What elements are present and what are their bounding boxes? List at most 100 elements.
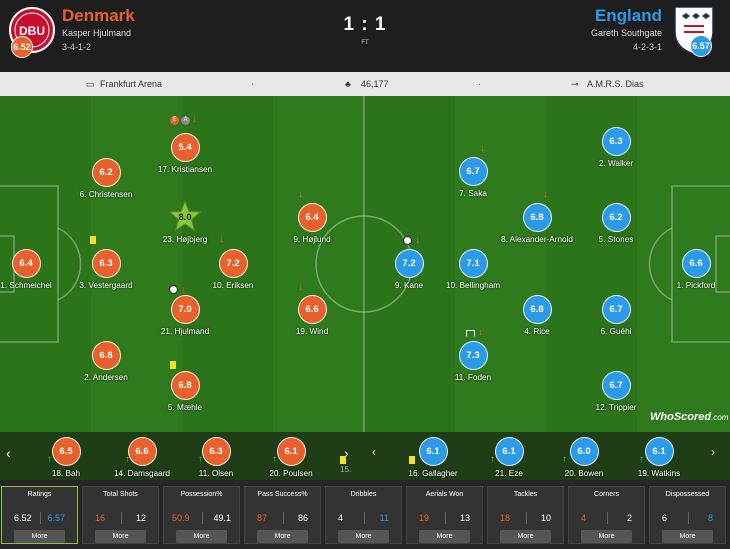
yellow-card-icon xyxy=(90,236,96,244)
away-player[interactable]: 6.8 4. Rice xyxy=(497,295,577,336)
sub-off-arrow-icon: ↓ xyxy=(543,189,548,200)
sub-on-arrow-icon: ↑ xyxy=(490,454,495,465)
player-rating: 6.1 xyxy=(644,437,674,466)
away-player[interactable]: 7.3 11. Foden xyxy=(433,341,513,382)
home-substitute[interactable]: 6.6 14. Damsgaard xyxy=(102,437,182,478)
home-player[interactable]: 6.4 1. Schmeichel xyxy=(0,249,66,290)
player-rating: 7.2 xyxy=(218,249,248,278)
stat-total-shots[interactable]: Total Shots 16 12 More xyxy=(82,486,159,544)
stat-pass-success[interactable]: Pass Success% 87 86 More xyxy=(244,486,321,544)
match-header: DBU 6.52 Denmark Kasper Hjulmand 3-4-1-2… xyxy=(0,0,730,72)
home-player[interactable]: 8.0 23. Højbjerg xyxy=(145,200,225,244)
player-rating: 6.6 xyxy=(127,437,157,466)
home-player[interactable]: 6.4 9. Højlund xyxy=(272,203,352,244)
scroll-left-icon[interactable]: ‹ xyxy=(6,445,11,461)
more-button[interactable]: More xyxy=(500,530,551,543)
separator: · xyxy=(478,79,481,89)
home-player[interactable]: 5.4 17. Kristiansen xyxy=(145,133,225,174)
scroll-left-icon[interactable]: ‹ xyxy=(372,445,376,459)
more-button[interactable]: More xyxy=(14,530,65,543)
player-name: 21. Hjulmand xyxy=(160,327,210,336)
player-rating: 5.4 xyxy=(170,133,200,162)
home-substitute[interactable]: 6.3 11. Olsen xyxy=(176,437,256,478)
player-rating: 6.8 xyxy=(170,371,200,400)
more-button[interactable]: More xyxy=(257,530,308,543)
attendance: 46,177 xyxy=(361,79,389,89)
stat-aerials-won[interactable]: Aerials Won 19 13 More xyxy=(406,486,483,544)
player-name: 11. Foden xyxy=(454,373,492,382)
away-substitute[interactable]: 6.0 20. Bowen xyxy=(544,437,624,478)
player-rating: 6.7 xyxy=(601,295,631,324)
away-player[interactable]: 6.2 5. Stones xyxy=(576,203,656,244)
player-rating: 6.8 xyxy=(91,341,121,370)
player-name: 8. Alexander-Arnold xyxy=(501,235,573,244)
more-button[interactable]: More xyxy=(338,530,389,543)
player-name: 5. Stones xyxy=(598,235,634,244)
sub-on-arrow-icon: ↑ xyxy=(562,454,567,465)
home-substitute[interactable]: 6.1 20. Poulsen xyxy=(251,437,331,478)
stat-ratings[interactable]: Ratings 6.52 6.57 More xyxy=(1,486,78,544)
sub-on-arrow-icon: ↑ xyxy=(47,454,52,465)
stat-dispossessed[interactable]: Dispossessed 6 8 More xyxy=(649,486,726,544)
more-button[interactable]: More xyxy=(419,530,470,543)
stat-dribbles[interactable]: Dribbles 4 11 More xyxy=(325,486,402,544)
away-player[interactable]: 6.3 2. Walker xyxy=(576,127,656,168)
more-button[interactable]: More xyxy=(662,530,713,543)
away-player[interactable]: 6.7 7. Saka xyxy=(433,157,513,198)
sub-off-arrow-icon: ↓ xyxy=(298,282,303,293)
player-rating: 6.4 xyxy=(297,203,327,232)
player-rating: 6.7 xyxy=(458,157,488,186)
stats-bar: Ratings 6.52 6.57 More Total Shots 16 12… xyxy=(0,480,730,549)
away-team-name[interactable]: England xyxy=(591,5,662,27)
separator: · xyxy=(251,79,254,89)
home-player[interactable]: 6.3 3. Vestergaard xyxy=(66,249,146,290)
away-player[interactable]: 6.6 1. Pickford xyxy=(656,249,730,290)
match-info-bar: ▭ Frankfurt Arena · ♣ 46,177 · ⊸ A.M.R.S… xyxy=(0,72,730,96)
player-rating: 7.2 xyxy=(394,249,424,278)
sub-on-arrow-icon: ↑ xyxy=(125,454,130,465)
stat-possession[interactable]: Possession% 50.9 49.1 More xyxy=(163,486,240,544)
away-player[interactable]: 6.8 8. Alexander-Arnold xyxy=(497,203,577,244)
away-substitute[interactable]: 6.1 16. Gallagher xyxy=(393,437,473,478)
more-button[interactable]: More xyxy=(176,530,227,543)
pitch: 5.4 17. Kristiansen 6.2 6. Christensen 8.0… xyxy=(0,96,730,432)
stat-corners[interactable]: Corners 4 2 More xyxy=(568,486,645,544)
home-player[interactable]: 7.0 21. Hjulmand xyxy=(145,295,225,336)
player-name: 20. Bowen xyxy=(564,469,604,478)
home-player[interactable]: 6.6 19. Wind xyxy=(272,295,352,336)
home-substitute[interactable]: 6.5 18. Bah xyxy=(26,437,106,478)
player-name: 17. Kristiansen xyxy=(157,165,213,174)
home-player[interactable]: 6.2 6. Christensen xyxy=(66,158,146,199)
player-name: 4. Rice xyxy=(524,327,550,336)
player-name: 19. Wind xyxy=(295,327,329,336)
more-button[interactable]: More xyxy=(95,530,146,543)
away-coach: Gareth Southgate xyxy=(590,28,662,38)
player-name: 12. Trippier xyxy=(595,403,637,412)
player-name: 7. Saka xyxy=(459,189,487,198)
scroll-right-icon[interactable]: › xyxy=(711,445,715,459)
away-player[interactable]: 7.1 10. Bellingham xyxy=(433,249,513,290)
player-rating: 7.1 xyxy=(458,249,488,278)
home-player[interactable]: 6.8 5. Mæhle xyxy=(145,371,225,412)
player-rating: 6.8 xyxy=(522,203,552,232)
yellow-card-icon xyxy=(409,456,415,464)
player-name: 3. Vestergaard xyxy=(79,281,133,290)
away-player[interactable]: 6.7 12. Trippier xyxy=(576,371,656,412)
player-name: 6. Guéhi xyxy=(600,327,632,336)
stat-tackles[interactable]: Tackles 18 10 More xyxy=(487,486,564,544)
home-player[interactable]: 7.2 10. Eriksen xyxy=(193,249,273,290)
away-substitute[interactable]: 6.1 21. Eze xyxy=(469,437,549,478)
goal-ball-icon xyxy=(403,236,412,245)
crowd-icon: ♣ xyxy=(345,79,351,89)
event-badge-icon: E xyxy=(170,116,179,125)
player-rating: 6.3 xyxy=(601,127,631,156)
away-player[interactable]: 6.7 6. Guéhi xyxy=(576,295,656,336)
away-substitute[interactable]: 6.1 19. Watkins xyxy=(619,437,699,478)
home-substitute-partial[interactable]: 15. xyxy=(340,465,351,474)
home-player[interactable]: 6.8 2. Andersen xyxy=(66,341,146,382)
player-rating: 6.3 xyxy=(201,437,231,466)
sub-off-arrow-icon: ↓ xyxy=(298,189,303,200)
yellow-card-icon xyxy=(170,361,176,369)
more-button[interactable]: More xyxy=(581,530,632,543)
player-name: 19. Watkins xyxy=(637,469,681,478)
